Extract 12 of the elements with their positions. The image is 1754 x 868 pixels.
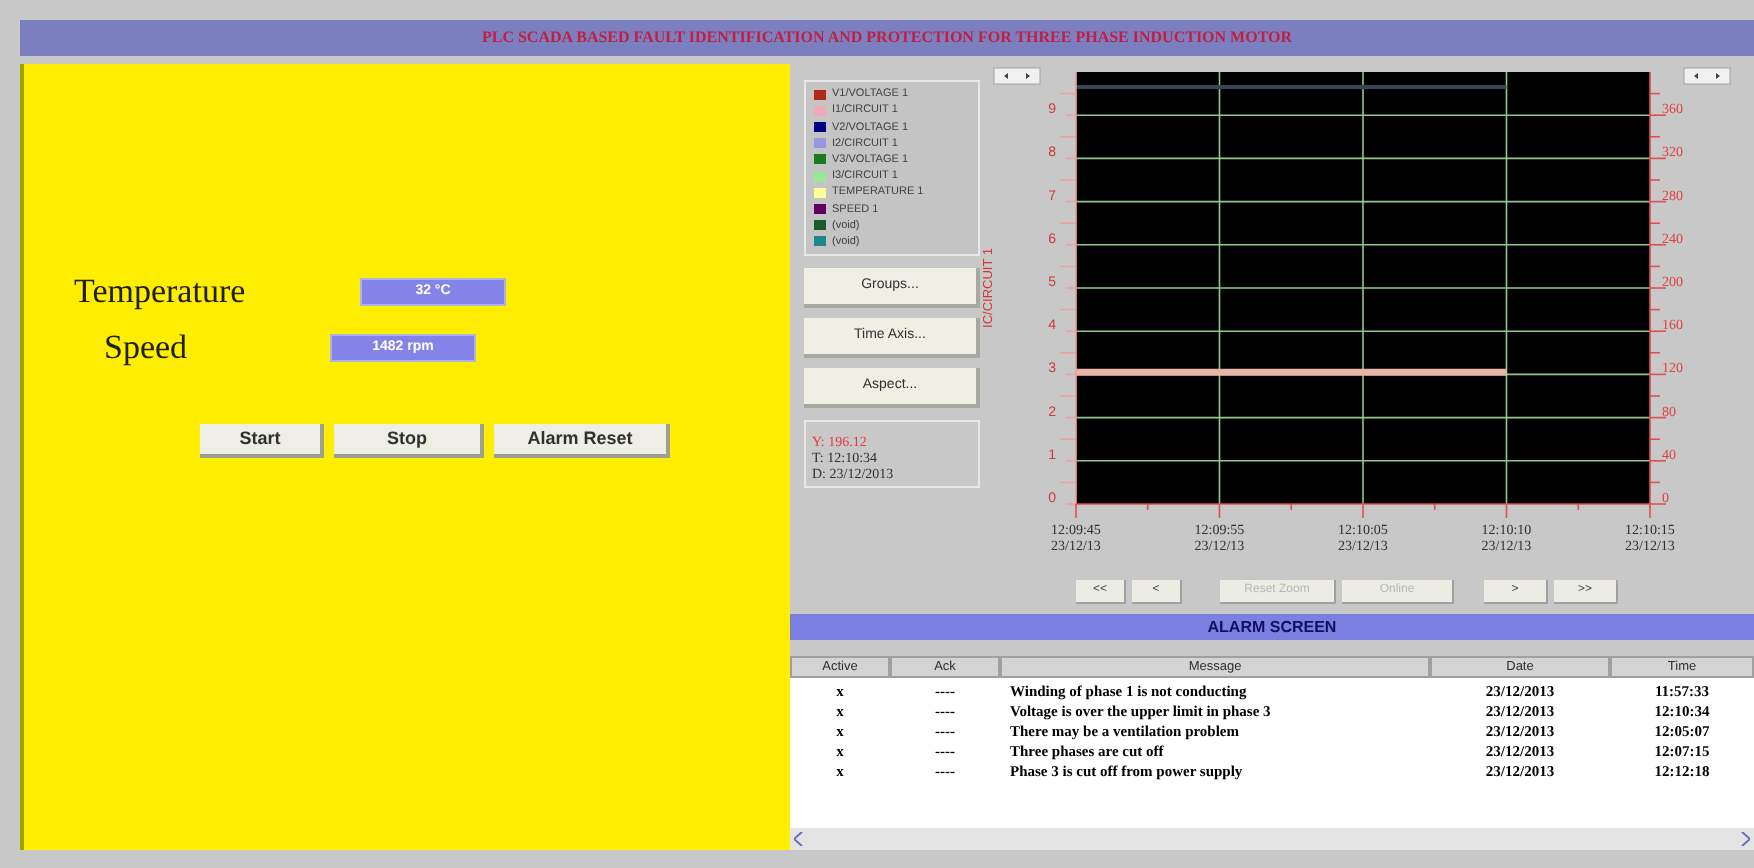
control-button[interactable]: Alarm Reset [494,424,670,458]
horizontal-scrollbar[interactable] [790,828,1754,850]
alarm-screen-header: ALARM SCREEN [790,614,1754,640]
chart-scroll-buttons[interactable] [993,67,1041,85]
scroll-left-icon[interactable] [794,832,804,846]
control-button[interactable]: Start [200,424,324,458]
chart-scroll-buttons[interactable] [1683,67,1731,85]
control-button[interactable]: Stop [334,424,484,458]
reading-label: Temperature [74,270,248,315]
reading-label: Speed [102,326,190,371]
scroll-right-icon[interactable] [1740,832,1750,846]
title-bar: PLC SCADA BASED FAULT IDENTIFICATION AND PROTECTION FOR THREE PHASE INDUCTION MOTOR [20,20,1754,56]
